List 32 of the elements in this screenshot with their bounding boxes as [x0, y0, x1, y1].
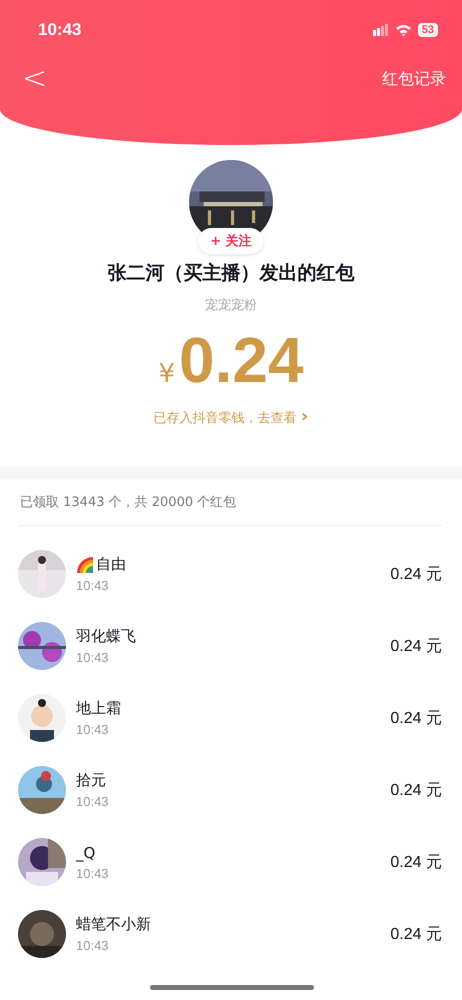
- records-link[interactable]: 红包记录: [382, 68, 446, 90]
- claimed-amount: 0.24 元: [390, 564, 442, 584]
- status-time: 10:43: [38, 20, 82, 40]
- back-button[interactable]: <: [16, 64, 54, 94]
- battery-indicator: 53: [418, 23, 438, 37]
- claim-summary: 已领取 13443 个，共 20000 个红包: [18, 479, 442, 526]
- claim-time: 10:43: [76, 578, 110, 593]
- currency-sign: ¥: [158, 359, 175, 389]
- claimed-amount: 0.24 元: [390, 852, 442, 872]
- recipient-name: 蜡笔不小新: [76, 915, 151, 934]
- wallet-link[interactable]: 已存入抖音零钱，去查看 ›: [154, 406, 308, 427]
- claimed-amount: 0.24 元: [390, 924, 442, 944]
- claimed-amount: 0.24 元: [390, 636, 442, 656]
- claim-time: 10:43: [76, 866, 110, 880]
- recipient-name: 地上霜: [76, 699, 121, 718]
- rainbow-icon: [76, 556, 94, 574]
- signal-icon: [372, 24, 389, 36]
- claim-time: 10:43: [76, 650, 110, 665]
- recipient-name: 羽化蝶飞: [76, 627, 136, 646]
- packet-title: 张二河（买主播）发出的红包: [108, 261, 354, 286]
- packet-message: 宠宠宠粉: [205, 297, 257, 314]
- recipient-name: 自由: [96, 555, 126, 574]
- claim-time: 10:43: [76, 938, 110, 953]
- wifi-icon: [394, 24, 412, 36]
- follow-button[interactable]: + 关注: [198, 228, 264, 254]
- claimed-amount: 0.24 元: [390, 780, 442, 800]
- claimed-amount: 0.24 元: [390, 708, 442, 728]
- claim-time: 10:43: [76, 794, 110, 809]
- amount: 0.24: [178, 323, 304, 398]
- claim-time: 10:43: [76, 722, 110, 737]
- recipient-name: 拾元: [76, 771, 106, 790]
- recipient-name: _Q: [76, 844, 96, 862]
